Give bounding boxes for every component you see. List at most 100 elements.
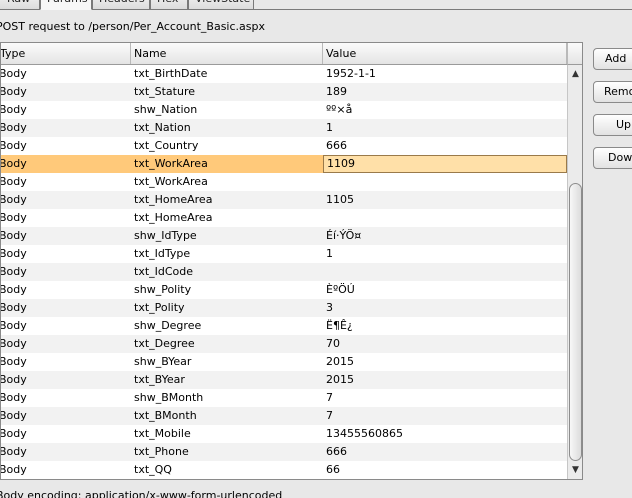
add-button[interactable]: Add — [593, 48, 632, 70]
cell-value[interactable]: ÈºÖÚ — [323, 281, 567, 299]
cell-value[interactable]: 13455560865 — [323, 425, 567, 443]
cell-type[interactable]: Body — [1, 353, 126, 371]
cell-value[interactable]: 3 — [323, 299, 567, 317]
table-row[interactable]: Body shw_Degree Ë¶Ê¿ — [1, 317, 567, 335]
table-row[interactable]: Body txt_Phone 666 — [1, 443, 567, 461]
cell-name[interactable]: txt_IdCode — [131, 263, 321, 281]
cell-name[interactable]: txt_Degree — [131, 335, 321, 353]
table-row[interactable]: Body txt_QQ 66 — [1, 461, 567, 479]
tab-viewstate[interactable]: ViewState — [188, 0, 254, 10]
table-row[interactable]: Body txt_Stature 189 — [1, 83, 567, 101]
cell-value[interactable]: 70 — [323, 335, 567, 353]
vertical-scrollbar[interactable]: ▲ ▼ — [567, 65, 582, 479]
cell-name[interactable]: txt_BMonth — [131, 407, 321, 425]
cell-type[interactable]: Body — [1, 263, 126, 281]
tab-raw[interactable]: Raw — [0, 0, 40, 10]
table-row[interactable]: Body txt_WorkArea — [1, 173, 567, 191]
table-row[interactable]: Body txt_BMonth 7 — [1, 407, 567, 425]
cell-type[interactable]: Body — [1, 389, 126, 407]
cell-value[interactable]: 189 — [323, 83, 567, 101]
cell-type[interactable]: Body — [1, 173, 126, 191]
cell-value[interactable]: 2015 — [323, 353, 567, 371]
cell-name[interactable]: txt_QQ — [131, 461, 321, 479]
table-row[interactable]: Body txt_IdCode — [1, 263, 567, 281]
table-row[interactable]: Body shw_BYear 2015 — [1, 353, 567, 371]
cell-type[interactable]: Body — [1, 227, 126, 245]
cell-name[interactable]: txt_HomeArea — [131, 191, 321, 209]
cell-type[interactable]: Body — [1, 371, 126, 389]
cell-name[interactable]: txt_WorkArea — [131, 155, 321, 173]
cell-type[interactable]: Body — [1, 407, 126, 425]
cell-type[interactable]: Body — [1, 317, 126, 335]
cell-name[interactable]: txt_Phone — [131, 443, 321, 461]
cell-name[interactable]: txt_BYear — [131, 371, 321, 389]
table-row[interactable]: Body shw_Nation ºº×å — [1, 101, 567, 119]
cell-name[interactable]: txt_Mobile — [131, 425, 321, 443]
tab-headers[interactable]: Headers — [92, 0, 150, 10]
cell-type[interactable]: Body — [1, 83, 126, 101]
cell-name[interactable]: txt_Country — [131, 137, 321, 155]
table-row[interactable]: Body txt_Mobile 13455560865 — [1, 425, 567, 443]
cell-name[interactable]: shw_BMonth — [131, 389, 321, 407]
table-row[interactable]: Body txt_Polity 3 — [1, 299, 567, 317]
cell-value[interactable]: 1 — [323, 119, 567, 137]
cell-value[interactable]: Ë¶Ê¿ — [323, 317, 567, 335]
cell-name[interactable]: shw_BYear — [131, 353, 321, 371]
cell-type[interactable]: Body — [1, 191, 126, 209]
column-header-value[interactable]: Value — [323, 43, 567, 64]
table-row[interactable]: Body txt_BYear 2015 — [1, 371, 567, 389]
cell-type[interactable]: Body — [1, 443, 126, 461]
cell-name[interactable]: txt_BirthDate — [131, 65, 321, 83]
cell-type[interactable]: Body — [1, 65, 126, 83]
up-button[interactable]: Up — [593, 114, 632, 136]
table-row[interactable]: Body shw_BMonth 7 — [1, 389, 567, 407]
cell-type[interactable]: Body — [1, 461, 126, 479]
cell-value[interactable]: Éí·ÝÖ¤ — [323, 227, 567, 245]
cell-value[interactable]: ºº×å — [323, 101, 567, 119]
cell-value[interactable]: 66 — [323, 461, 567, 479]
cell-name[interactable]: txt_WorkArea — [131, 173, 321, 191]
table-row[interactable]: Body txt_WorkArea 1109 — [1, 155, 567, 173]
cell-value[interactable] — [323, 263, 567, 281]
cell-name[interactable]: txt_Polity — [131, 299, 321, 317]
tab-params[interactable]: Params — [40, 0, 92, 10]
cell-name[interactable]: shw_IdType — [131, 227, 321, 245]
table-row[interactable]: Body shw_IdType Éí·ÝÖ¤ — [1, 227, 567, 245]
table-row[interactable]: Body txt_Country 666 — [1, 137, 567, 155]
table-row[interactable]: Body txt_IdType 1 — [1, 245, 567, 263]
cell-name[interactable]: shw_Polity — [131, 281, 321, 299]
cell-name[interactable]: txt_Stature — [131, 83, 321, 101]
column-header-type[interactable]: Type — [1, 43, 131, 64]
table-row[interactable]: Body txt_HomeArea 1105 — [1, 191, 567, 209]
cell-type[interactable]: Body — [1, 209, 126, 227]
cell-type[interactable]: Body — [1, 281, 126, 299]
triangle-up-icon[interactable]: ▲ — [568, 67, 582, 81]
cell-value[interactable]: 7 — [323, 389, 567, 407]
cell-value[interactable]: 1 — [323, 245, 567, 263]
cell-type[interactable]: Body — [1, 137, 126, 155]
cell-type[interactable]: Body — [1, 245, 126, 263]
cell-type[interactable]: Body — [1, 335, 126, 353]
cell-value[interactable] — [323, 209, 567, 227]
table-row[interactable]: Body txt_HomeArea — [1, 209, 567, 227]
cell-name[interactable]: txt_HomeArea — [131, 209, 321, 227]
table-row[interactable]: Body txt_Degree 70 — [1, 335, 567, 353]
cell-value[interactable]: 1109 — [323, 155, 567, 173]
cell-name[interactable]: txt_Nation — [131, 119, 321, 137]
remove-button[interactable]: Remove — [593, 81, 632, 103]
cell-value[interactable]: 666 — [323, 137, 567, 155]
cell-type[interactable]: Body — [1, 119, 126, 137]
cell-value[interactable]: 666 — [323, 443, 567, 461]
cell-value[interactable]: 7 — [323, 407, 567, 425]
scroll-thumb[interactable] — [569, 183, 582, 461]
cell-name[interactable]: shw_Nation — [131, 101, 321, 119]
triangle-down-icon[interactable]: ▼ — [568, 463, 582, 477]
cell-type[interactable]: Body — [1, 299, 126, 317]
cell-value[interactable]: 2015 — [323, 371, 567, 389]
cell-value[interactable]: 1952-1-1 — [323, 65, 567, 83]
cell-name[interactable]: txt_IdType — [131, 245, 321, 263]
table-row[interactable]: Body shw_Polity ÈºÖÚ — [1, 281, 567, 299]
cell-value[interactable]: 1105 — [323, 191, 567, 209]
cell-type[interactable]: Body — [1, 101, 126, 119]
cell-type[interactable]: Body — [1, 425, 126, 443]
